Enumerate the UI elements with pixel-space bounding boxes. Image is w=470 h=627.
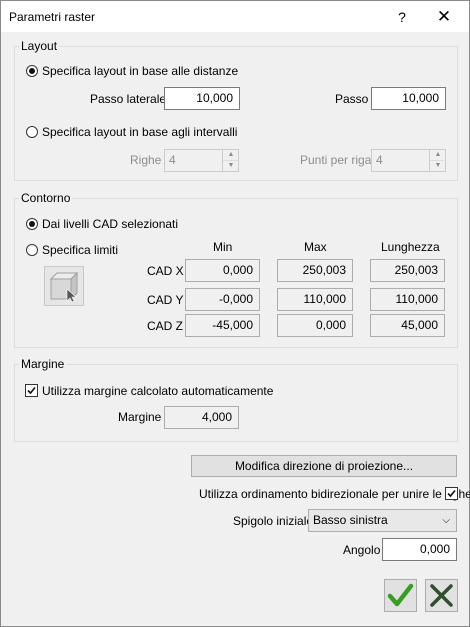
- bidirectional-label: Utilizza ordinamento bidirezionale per u…: [199, 487, 470, 501]
- auto-margin-label: Utilizza margine calcolato automaticamen…: [42, 384, 274, 398]
- radio-cad-layers-label: Dai livelli CAD selezionati: [42, 217, 179, 231]
- ok-button[interactable]: [384, 579, 417, 612]
- righe-input[interactable]: 4 ▲ ▼: [164, 149, 239, 172]
- righe-label: Righe: [130, 153, 162, 167]
- punti-up-arrow-icon[interactable]: ▲: [430, 150, 446, 161]
- dialog-title: Parametri raster: [9, 10, 96, 24]
- radio-layout-distances-label: Specifica layout in base alle distanze: [42, 64, 239, 78]
- radio-layout-intervals-label: Specifica layout in base agli intervalli: [42, 125, 238, 139]
- pick-box-button[interactable]: [44, 266, 84, 306]
- punti-down-arrow-icon[interactable]: ▼: [430, 161, 446, 171]
- contorno-group-label: Contorno: [19, 191, 73, 205]
- spigolo-selected-value: Basso sinistra: [313, 513, 388, 527]
- spigolo-select[interactable]: Basso sinistra ⌵: [308, 509, 457, 532]
- righe-down-arrow-icon[interactable]: ▼: [223, 161, 239, 171]
- margine-field[interactable]: 4,000: [164, 406, 239, 429]
- radio-specify-limits-label: Specifica limiti: [42, 243, 119, 257]
- green-check-icon: [387, 583, 414, 607]
- bidirectional-checkbox[interactable]: [445, 487, 458, 500]
- cancel-button[interactable]: [425, 579, 458, 612]
- margine-label: Margine: [118, 410, 162, 424]
- cad-z-min-field[interactable]: -45,000: [185, 314, 260, 337]
- punti-label: Punti per riga: [300, 153, 372, 167]
- passo-laterale-label: Passo laterale: [90, 92, 167, 106]
- checkmark-icon: [27, 386, 36, 395]
- cad-x-length-field[interactable]: 250,003: [370, 259, 445, 282]
- layout-group-label: Layout: [19, 39, 60, 53]
- spigolo-label: Spigolo iniziale: [233, 514, 314, 528]
- margine-group-label: Margine: [19, 357, 67, 371]
- cad-y-length-field[interactable]: 110,000: [370, 288, 445, 311]
- header-min: Min: [213, 240, 233, 254]
- chevron-down-icon: ⌵: [442, 515, 450, 526]
- auto-margin-checkbox[interactable]: [25, 384, 38, 397]
- cad-x-min-field[interactable]: 0,000: [185, 259, 260, 282]
- cad-y-min-field[interactable]: -0,000: [185, 288, 260, 311]
- cad-z-max-field[interactable]: 0,000: [277, 314, 353, 337]
- punti-input[interactable]: 4 ▲ ▼: [371, 149, 446, 172]
- dialog-window: Parametri raster ? ✕ Layout Specifica la…: [0, 0, 470, 627]
- x-cancel-icon: [430, 584, 453, 607]
- cube-pick-icon: [49, 271, 79, 303]
- punti-spinner[interactable]: ▲ ▼: [429, 150, 446, 171]
- righe-value: 4: [169, 153, 176, 167]
- radio-layout-distances[interactable]: [26, 65, 38, 77]
- row-label-cad-z: CAD Z: [147, 319, 183, 333]
- radio-layout-intervals[interactable]: [26, 126, 38, 138]
- righe-spinner[interactable]: ▲ ▼: [222, 150, 239, 171]
- checkmark-icon: [447, 489, 456, 498]
- passo-label: Passo: [335, 92, 369, 106]
- passo-input[interactable]: 10,000: [371, 87, 446, 110]
- row-label-cad-y: CAD Y: [147, 293, 184, 307]
- radio-specify-limits[interactable]: [26, 244, 38, 256]
- passo-laterale-input[interactable]: 10,000: [164, 87, 240, 110]
- angolo-input[interactable]: 0,000: [382, 538, 457, 561]
- cad-x-max-field[interactable]: 250,003: [277, 259, 353, 282]
- radio-cad-layers[interactable]: [26, 218, 38, 230]
- righe-up-arrow-icon[interactable]: ▲: [223, 150, 239, 161]
- punti-value: 4: [376, 153, 383, 167]
- close-button[interactable]: ✕: [429, 5, 459, 29]
- angolo-label: Angolo: [343, 543, 381, 557]
- title-bar: Parametri raster ? ✕: [1, 1, 469, 32]
- cad-z-length-field[interactable]: 45,000: [370, 314, 445, 337]
- help-button[interactable]: ?: [387, 5, 417, 29]
- row-label-cad-x: CAD X: [147, 264, 184, 278]
- margine-group: [14, 364, 458, 442]
- header-max: Max: [304, 240, 327, 254]
- projection-direction-button[interactable]: Modifica direzione di proiezione...: [191, 455, 457, 477]
- cad-y-max-field[interactable]: 110,000: [277, 288, 353, 311]
- header-length: Lunghezza: [381, 240, 440, 254]
